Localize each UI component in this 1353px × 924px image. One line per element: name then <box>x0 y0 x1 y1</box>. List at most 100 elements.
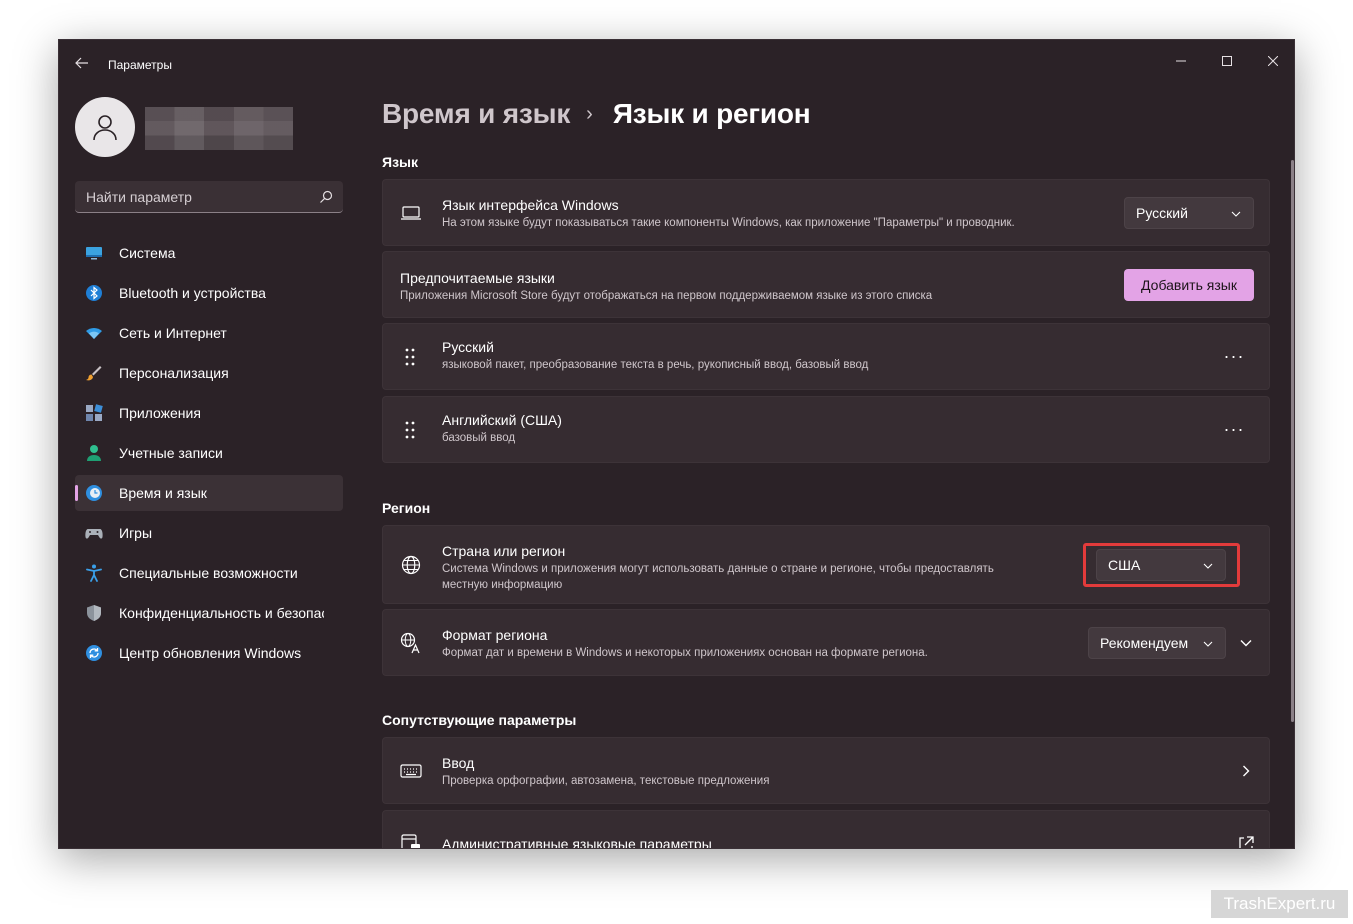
drag-handle-icon[interactable] <box>399 419 421 441</box>
chevron-right-icon <box>1243 765 1250 777</box>
card-description: языковой пакет, преобразование текста в … <box>442 359 869 371</box>
sidebar-nav: Система Bluetooth и устройства Сеть и Ин… <box>75 235 343 675</box>
card-description: На этом языке будут показываться такие к… <box>442 217 1015 229</box>
section-title-related: Сопутствующие параметры <box>382 712 577 728</box>
card-title: Русский <box>442 339 494 355</box>
search-box[interactable] <box>75 181 343 213</box>
sidebar-item-label: Учетные записи <box>119 445 223 461</box>
card-description: базовый ввод <box>442 432 516 444</box>
update-icon <box>86 645 102 661</box>
card-title: Английский (США) <box>442 412 562 428</box>
search-input[interactable] <box>75 181 343 212</box>
card-title: Язык интерфейса Windows <box>442 197 619 213</box>
language-item-russian: Русский языковой пакет, преобразование т… <box>382 323 1270 390</box>
sidebar-item-label: Персонализация <box>119 365 229 381</box>
more-options-button[interactable]: ··· <box>1219 414 1249 444</box>
section-title-region: Регион <box>382 500 431 516</box>
maximize-icon <box>1222 56 1232 66</box>
language-item-english: Английский (США) базовый ввод ··· <box>382 396 1270 463</box>
monitor-icon <box>86 247 102 260</box>
sidebar-item-personalization[interactable]: Персонализация <box>75 355 343 391</box>
sidebar-item-apps[interactable]: Приложения <box>75 395 343 431</box>
regional-format-dropdown[interactable]: Рекомендуем <box>1088 627 1226 659</box>
breadcrumb: Время и язык › Язык и регион <box>382 98 811 130</box>
bluetooth-icon <box>86 285 102 301</box>
sidebar-item-label: Конфиденциальность и безопасность <box>119 605 324 621</box>
display-language-dropdown[interactable]: Русский <box>1124 197 1254 229</box>
card-description: Формат дат и времени в Windows и некотор… <box>442 647 928 659</box>
clock-globe-icon <box>86 485 102 501</box>
shield-icon <box>87 605 101 621</box>
minimize-button[interactable] <box>1158 46 1204 76</box>
card-description-line1: Система Windows и приложения могут испол… <box>442 563 994 575</box>
add-language-button[interactable]: Добавить язык <box>1124 269 1254 301</box>
open-external-icon <box>1239 836 1254 848</box>
regional-format-card: Формат региона Формат дат и времени в Wi… <box>382 609 1270 676</box>
dropdown-value: Русский <box>1136 205 1188 221</box>
sidebar-item-label: Игры <box>119 525 153 541</box>
avatar[interactable] <box>75 97 135 157</box>
chevron-down-icon <box>1231 211 1241 217</box>
sidebar-item-accounts[interactable]: Учетные записи <box>75 435 343 471</box>
chevron-down-icon <box>1203 641 1213 647</box>
card-description-line2: местную информацию <box>442 579 563 591</box>
profile-name-blurred <box>145 107 293 150</box>
app-title: Параметры <box>108 58 172 72</box>
sidebar-item-label: Приложения <box>119 405 201 421</box>
sidebar-item-network[interactable]: Сеть и Интернет <box>75 315 343 351</box>
sidebar-item-privacy[interactable]: Конфиденциальность и безопасность <box>75 595 343 631</box>
typing-card[interactable]: Ввод Проверка орфографии, автозамена, те… <box>382 737 1270 804</box>
section-title-language: Язык <box>382 154 418 170</box>
language-format-icon <box>400 632 420 654</box>
country-dropdown-highlight <box>1083 543 1240 587</box>
maximize-button[interactable] <box>1204 46 1250 76</box>
scrollbar[interactable] <box>1291 160 1294 722</box>
expand-chevron-icon[interactable] <box>1234 631 1258 655</box>
brush-icon <box>86 366 102 381</box>
drag-handle-icon[interactable] <box>399 346 421 368</box>
sidebar-item-label: Bluetooth и устройства <box>119 285 266 301</box>
card-title: Формат региона <box>442 627 548 643</box>
sidebar-item-gaming[interactable]: Игры <box>75 515 343 551</box>
sidebar-item-label: Система <box>119 245 176 261</box>
sidebar-item-label: Специальные возможности <box>119 565 298 581</box>
breadcrumb-separator: › <box>586 102 593 125</box>
back-button[interactable] <box>71 52 93 74</box>
title-bar: Параметры <box>59 40 1294 86</box>
preferred-languages-card: Предпочитаемые языки Приложения Microsof… <box>382 251 1270 318</box>
sidebar-item-label: Центр обновления Windows <box>119 645 302 661</box>
gamepad-icon <box>85 529 103 539</box>
watermark: TrashExpert.ru <box>1211 890 1348 918</box>
accessibility-icon <box>86 564 102 582</box>
card-title: Административные языковые параметры <box>442 836 712 849</box>
minimize-icon <box>1176 60 1186 62</box>
sidebar-item-accessibility[interactable]: Специальные возможности <box>75 555 343 591</box>
settings-window: Параметры Система Bluetooth и устройства… <box>58 39 1295 849</box>
dropdown-value: Рекомендуем <box>1100 635 1189 651</box>
sidebar-item-label: Сеть и Интернет <box>119 325 227 341</box>
sidebar-item-windows-update[interactable]: Центр обновления Windows <box>75 635 343 671</box>
sidebar-item-label: Время и язык <box>119 485 207 501</box>
sidebar-item-time-language[interactable]: Время и язык <box>75 475 343 511</box>
card-title: Предпочитаемые языки <box>400 270 555 286</box>
laptop-icon <box>401 206 421 220</box>
wifi-icon <box>86 328 102 339</box>
close-button[interactable] <box>1250 46 1294 76</box>
sidebar-item-bluetooth[interactable]: Bluetooth и устройства <box>75 275 343 311</box>
card-description: Проверка орфографии, автозамена, текстов… <box>442 775 770 787</box>
close-icon <box>1268 56 1278 66</box>
search-icon[interactable] <box>318 189 334 205</box>
card-description: Приложения Microsoft Store будут отображ… <box>400 290 933 302</box>
person-icon <box>87 445 101 461</box>
display-language-card: Язык интерфейса Windows На этом языке бу… <box>382 179 1270 246</box>
user-icon <box>93 115 117 141</box>
sidebar-item-system[interactable]: Система <box>75 235 343 271</box>
more-options-button[interactable]: ··· <box>1219 341 1249 371</box>
admin-settings-icon <box>401 834 420 848</box>
page-title: Язык и регион <box>612 98 811 129</box>
arrow-left-icon <box>75 57 88 69</box>
admin-language-card[interactable]: Административные языковые параметры <box>382 810 1270 849</box>
apps-icon <box>86 404 103 421</box>
keyboard-icon <box>400 764 422 778</box>
breadcrumb-parent[interactable]: Время и язык <box>382 98 570 130</box>
